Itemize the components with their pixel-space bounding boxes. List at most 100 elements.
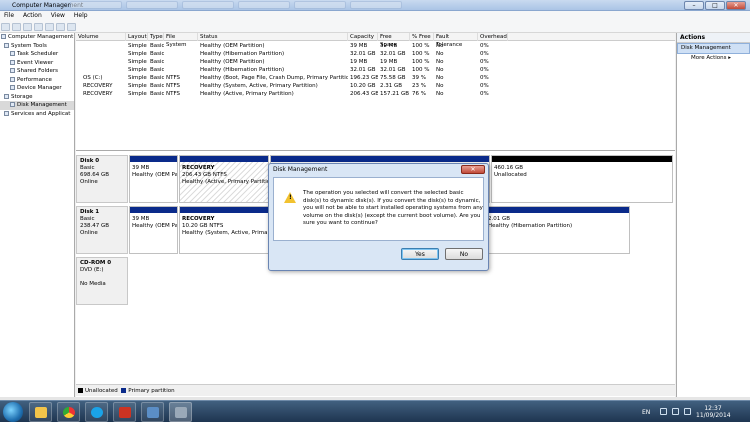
table-cell: Healthy (Hibernation Partition) — [200, 67, 285, 73]
disk-0-partition-oem[interactable]: 39 MB Healthy (OEM Par — [129, 155, 178, 203]
table-cell: Basic — [150, 91, 164, 97]
table-row[interactable]: Simple Basic Healthy (Hibernation Partitio… — [76, 66, 675, 74]
table-cell: 75.58 GB — [380, 75, 406, 81]
table-row[interactable]: Simple Basic Healthy (OEM Partition) 19 MB 1… — [76, 58, 675, 66]
taskbar-explorer[interactable] — [29, 402, 52, 422]
menu-view[interactable]: View — [51, 11, 65, 21]
disk-1-partition-hibernation[interactable]: 2.01 GB Healthy (Hibernation Partition) — [485, 206, 630, 254]
table-cell: 39 MB — [380, 43, 398, 49]
cdrom-0-label[interactable]: CD-ROM 0 DVD (E:) No Media — [76, 257, 128, 305]
view-icon[interactable] — [67, 23, 76, 31]
computer-icon — [1, 34, 6, 39]
table-cell: NTFS — [166, 91, 181, 97]
table-cell: No — [436, 91, 444, 97]
up-icon[interactable] — [23, 23, 32, 31]
tree-item-task-scheduler[interactable]: Task Scheduler — [0, 50, 74, 59]
services-icon — [4, 110, 9, 116]
table-cell: 0% — [480, 83, 489, 89]
col-status[interactable]: Status — [198, 33, 348, 41]
tree-item-system-tools[interactable]: System Tools — [0, 42, 74, 51]
disk-1-label[interactable]: Disk 1 Basic 238.47 GB Online — [76, 206, 128, 254]
taskbar: EN 12:37 11/09/2014 — [0, 400, 750, 422]
col-overhead[interactable]: Overhead — [478, 33, 508, 41]
help-icon[interactable] — [45, 23, 54, 31]
chrome-icon — [63, 407, 75, 418]
menu-help[interactable]: Help — [74, 11, 88, 21]
table-cell: 100 % — [412, 43, 430, 49]
disk-1-partition-recovery[interactable]: RECOVERY 10.20 GB NTFS Healthy (System, Ac… — [179, 206, 269, 254]
table-cell: Simple — [128, 83, 147, 89]
computer-management-icon — [175, 407, 187, 418]
table-cell: 32.01 GB — [350, 51, 376, 57]
rescan-icon[interactable] — [56, 23, 65, 31]
language-indicator[interactable]: EN — [642, 409, 650, 416]
taskbar-app-red[interactable] — [113, 402, 136, 422]
dialog-footer: Yes No — [273, 242, 484, 268]
storage-icon — [4, 93, 9, 99]
taskbar-app-window[interactable] — [141, 402, 164, 422]
col-volume[interactable]: Volume — [76, 33, 126, 41]
network-icon[interactable] — [672, 408, 679, 415]
table-cell: NTFS — [166, 83, 181, 89]
disk-1-partition-oem[interactable]: 39 MB Healthy (OEM Pa — [129, 206, 178, 254]
col-free-space[interactable]: Free Space — [378, 33, 410, 48]
table-cell: Healthy (Active, Primary Partition) — [200, 91, 294, 97]
tray-up-icon[interactable] — [660, 408, 667, 415]
table-cell: 196.23 GB — [350, 75, 378, 81]
back-icon[interactable] — [1, 23, 10, 31]
disk-0-partition-recovery[interactable]: RECOVERY 206.43 GB NTFS Healthy (Active, P… — [179, 155, 269, 203]
more-actions[interactable]: More Actions ▸ — [677, 54, 750, 63]
col-layout[interactable]: Layout — [126, 33, 148, 41]
legend-unallocated: Unallocated — [85, 388, 118, 394]
taskbar-computer-management[interactable] — [169, 402, 192, 422]
col-fault-tolerance[interactable]: Fault Tolerance — [434, 33, 478, 48]
table-cell: 32.01 GB — [350, 67, 376, 73]
table-row[interactable]: Simple Basic Healthy (Hibernation Partitio… — [76, 50, 675, 58]
table-cell: 23 % — [412, 83, 426, 89]
dialog-body: ! The operation you selected will conver… — [273, 177, 484, 241]
close-button[interactable]: ✕ — [726, 1, 746, 10]
no-button[interactable]: No — [445, 248, 483, 260]
volume-table: Volume Layout Type File System Status Ca… — [76, 33, 675, 151]
tree-item-shared-folders[interactable]: Shared Folders — [0, 67, 74, 76]
disk-0-unallocated[interactable]: 460.16 GB Unallocated — [491, 155, 673, 203]
tree-item-root[interactable]: Computer Management — [0, 33, 74, 42]
tree-item-storage[interactable]: Storage — [0, 93, 74, 102]
tree-item-performance[interactable]: Performance — [0, 76, 74, 85]
table-row[interactable]: Simple Basic Healthy (OEM Partition) 39 MB 3… — [76, 42, 675, 50]
table-cell: 32.01 GB — [380, 51, 406, 57]
forward-icon[interactable] — [12, 23, 21, 31]
device-icon — [10, 85, 15, 90]
col-percent-free[interactable]: % Free — [410, 33, 434, 41]
tree-item-disk-management[interactable]: Disk Management — [0, 101, 74, 110]
warning-icon: ! — [284, 192, 296, 203]
actions-disk-management[interactable]: Disk Management — [677, 43, 750, 54]
clock[interactable]: 12:37 11/09/2014 — [696, 405, 731, 419]
maximize-button[interactable]: □ — [705, 1, 725, 10]
table-row[interactable]: RECOVERY Simple Basic NTFS Healthy (Active, … — [76, 90, 675, 98]
menu-action[interactable]: Action — [23, 11, 42, 21]
taskbar-chrome[interactable] — [57, 402, 80, 422]
tree-item-device-manager[interactable]: Device Manager — [0, 84, 74, 93]
properties-icon[interactable] — [34, 23, 43, 31]
table-row[interactable]: RECOVERY Simple Basic NTFS Healthy (System, … — [76, 82, 675, 90]
tools-icon — [4, 42, 9, 48]
menu-bar: File Action View Help — [0, 11, 750, 21]
col-type[interactable]: Type — [148, 33, 164, 41]
table-cell: Simple — [128, 91, 147, 97]
table-cell: 100 % — [412, 67, 430, 73]
menu-file[interactable]: File — [4, 11, 14, 21]
minimize-button[interactable]: – — [684, 1, 704, 10]
table-row[interactable]: OS (C:) Simple Basic NTFS Healthy (Boot, Pag… — [76, 74, 675, 82]
tree-item-event-viewer[interactable]: Event Viewer — [0, 59, 74, 68]
start-button[interactable] — [3, 402, 23, 422]
tree-item-services[interactable]: Services and Applicat — [0, 110, 74, 119]
yes-button[interactable]: Yes — [401, 248, 439, 260]
col-file-system[interactable]: File System — [164, 33, 198, 48]
taskbar-skype[interactable] — [85, 402, 108, 422]
dialog-close-button[interactable]: ✕ — [461, 165, 485, 174]
blurred-titlebar-area — [70, 1, 430, 10]
volume-icon[interactable] — [684, 408, 691, 415]
col-capacity[interactable]: Capacity — [348, 33, 378, 41]
disk-0-label[interactable]: Disk 0 Basic 698.64 GB Online — [76, 155, 128, 203]
